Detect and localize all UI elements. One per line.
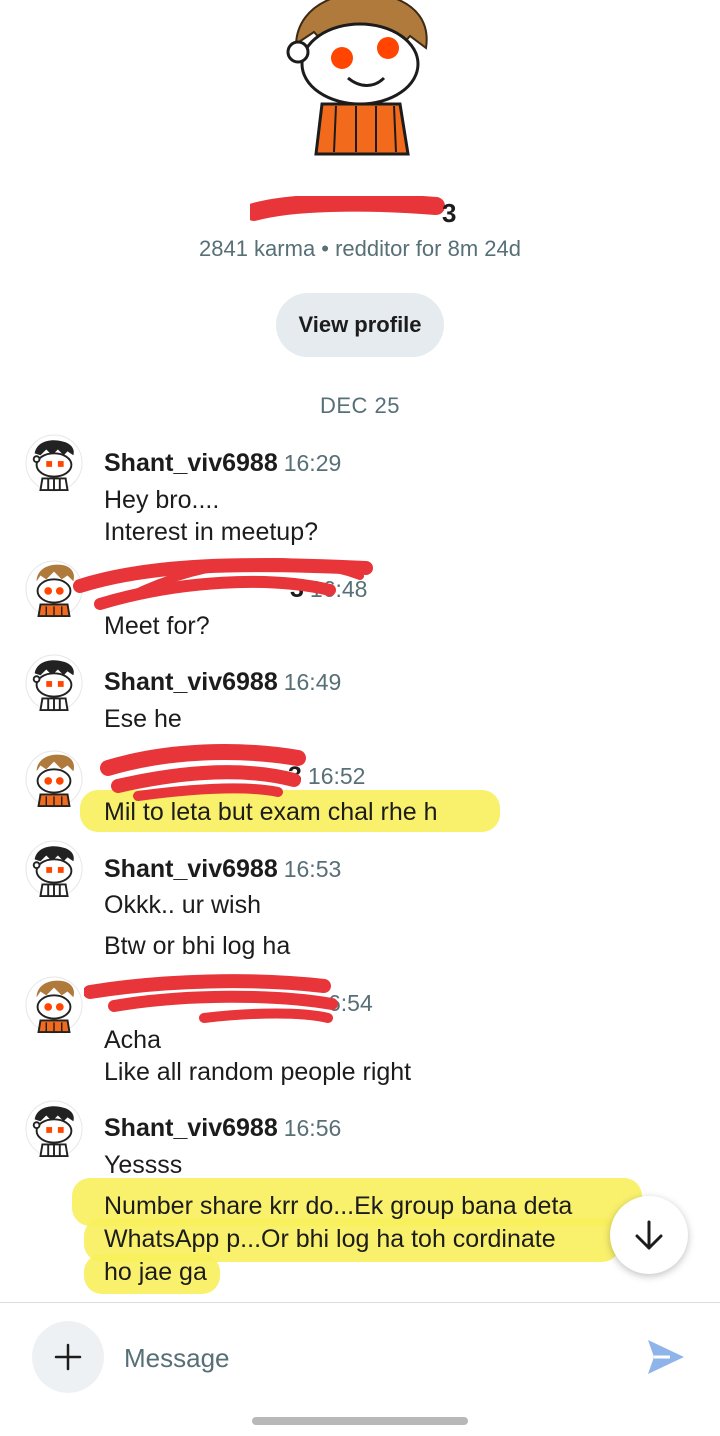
message-time: 16:49 bbox=[283, 669, 342, 695]
message-text: Like all random people right bbox=[104, 1058, 412, 1086]
plus-icon bbox=[54, 1343, 82, 1371]
message-username[interactable]: Shant_viv6988 bbox=[104, 449, 278, 477]
avatar[interactable] bbox=[25, 750, 83, 808]
redaction-mark bbox=[73, 558, 373, 610]
date-divider: DEC 25 bbox=[319, 393, 401, 418]
message-text: Yessss bbox=[104, 1151, 183, 1179]
message-header: Shant_viv6988 16:49 bbox=[104, 667, 341, 697]
message-text: Btw or bhi log ha bbox=[104, 932, 291, 960]
profile-avatar[interactable] bbox=[276, 0, 444, 160]
message-text: WhatsApp p...Or bhi log ha toh cordinate bbox=[104, 1225, 556, 1253]
avatar[interactable] bbox=[25, 976, 83, 1034]
message-text: Hey bro.... bbox=[104, 486, 220, 514]
scroll-to-bottom-button[interactable] bbox=[610, 1196, 688, 1274]
home-indicator bbox=[252, 1417, 468, 1425]
message-username[interactable]: Shant_viv6988 bbox=[104, 668, 278, 696]
message-text: Acha bbox=[104, 1026, 161, 1054]
message-text: Number share krr do...Ek group bana deta bbox=[104, 1192, 573, 1220]
avatar[interactable] bbox=[25, 434, 83, 492]
message-input[interactable] bbox=[122, 1334, 626, 1382]
avatar[interactable] bbox=[25, 1100, 83, 1158]
profile-meta: 2841 karma • redditor for 8m 24d bbox=[199, 236, 521, 261]
message-header: Shant_viv6988 16:56 bbox=[104, 1113, 341, 1143]
message-text: Interest in meetup? bbox=[104, 518, 319, 546]
redaction-mark bbox=[84, 974, 338, 1023]
arrow-down-icon bbox=[635, 1220, 663, 1250]
message-text: Okkk.. ur wish bbox=[104, 891, 261, 919]
message-time: 16:56 bbox=[283, 1115, 342, 1141]
profile-name-redacted: 3 bbox=[245, 193, 470, 228]
message-username[interactable]: Shant_viv6988 bbox=[104, 1114, 278, 1142]
message-text: ho jae ga bbox=[104, 1258, 207, 1286]
send-icon[interactable] bbox=[640, 1332, 690, 1382]
add-attachment-button[interactable] bbox=[32, 1321, 104, 1393]
profile-name-fragment: 3 bbox=[442, 198, 457, 228]
view-profile-button[interactable]: View profile bbox=[276, 293, 444, 357]
message-time: 16:53 bbox=[283, 856, 342, 882]
message-time: 16:29 bbox=[283, 450, 342, 476]
avatar[interactable] bbox=[25, 840, 83, 898]
message-header: Shant_viv6988 16:53 bbox=[104, 854, 341, 884]
message-header: Shant_viv6988 16:29 bbox=[104, 448, 341, 478]
avatar[interactable] bbox=[25, 654, 83, 712]
redaction-mark bbox=[100, 744, 306, 801]
message-text: Ese he bbox=[104, 705, 182, 733]
message-username[interactable]: Shant_viv6988 bbox=[104, 855, 278, 883]
